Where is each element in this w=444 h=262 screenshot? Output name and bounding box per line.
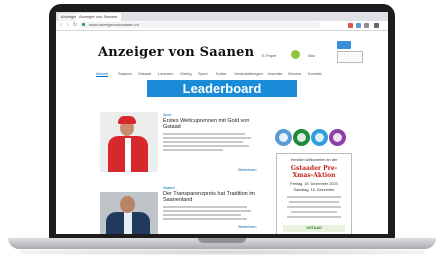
person-shirt xyxy=(124,212,132,234)
social-icon-3[interactable] xyxy=(311,129,328,146)
ad-date: Freitag, 15. Dezember 2023 xyxy=(290,182,338,186)
browser-tab[interactable]: Anzeiger xyxy=(58,13,77,21)
social-icon-glyph xyxy=(279,133,288,142)
site-logo[interactable]: Anzeiger von Saanen xyxy=(98,45,254,60)
athlete-cap xyxy=(118,116,136,124)
article-text-line xyxy=(163,218,247,220)
article-image[interactable] xyxy=(100,112,158,172)
article-kicker: Sport xyxy=(163,113,172,117)
nav-item[interactable]: Lauenen xyxy=(158,71,174,76)
nav-item[interactable]: Veranstaltungen xyxy=(234,71,263,76)
ad-text-line xyxy=(287,196,341,198)
laptop-notch xyxy=(198,238,246,243)
nav-item[interactable]: Aktuell xyxy=(96,71,109,77)
address-bar-url: www.anzeigervonsaanen.ch xyxy=(89,22,139,27)
social-icon-1[interactable] xyxy=(275,129,292,146)
ad-text-line xyxy=(291,211,337,213)
login-box[interactable] xyxy=(337,51,363,63)
nav-item[interactable]: Kontakt xyxy=(308,71,322,76)
article-kicker: Saanen xyxy=(163,186,176,190)
article-text-line xyxy=(163,149,223,151)
jacket-stripe xyxy=(125,138,131,172)
browser-tab-label: Anzeiger xyxy=(61,14,77,19)
nav-item[interactable]: Gsteig xyxy=(180,71,192,76)
ad-text-line xyxy=(287,206,341,208)
back-icon[interactable]: ‹ xyxy=(58,22,64,28)
article-text-line xyxy=(163,214,241,216)
ad-text-line xyxy=(289,201,339,203)
reload-icon[interactable]: ↻ xyxy=(72,22,78,28)
address-bar[interactable]: www.anzeigervonsaanen.ch xyxy=(80,22,321,28)
article-text-line xyxy=(163,133,245,135)
read-more-link[interactable]: Weiterlesen xyxy=(238,168,256,172)
browser-toolbar: ‹ › ↻ www.anzeigervonsaanen.ch xyxy=(56,21,388,31)
read-more-link[interactable]: Weiterlesen xyxy=(238,225,256,229)
nav-item[interactable]: Saanen xyxy=(118,71,132,76)
nav-item[interactable]: Sport xyxy=(198,71,208,76)
ad-text-line xyxy=(287,216,341,218)
article-text-line xyxy=(163,141,243,143)
nav-item[interactable]: Inserate xyxy=(268,71,282,76)
person-head xyxy=(120,196,135,213)
header-link-epaper[interactable]: E-Paper xyxy=(262,53,277,58)
site-header: Anzeiger von Saanen E-Paper Abo Aktuell … xyxy=(56,31,388,79)
article-headline[interactable]: Erstes Weltcuprennen mit Gold von Gstaad xyxy=(163,118,255,130)
article-text-line xyxy=(163,145,249,147)
nav-item[interactable]: Service xyxy=(288,71,301,76)
extension-icon[interactable] xyxy=(356,23,361,28)
extension-icon[interactable] xyxy=(364,23,369,28)
nav-item[interactable]: Gstaad xyxy=(138,71,151,76)
social-icon-glyph xyxy=(297,133,306,142)
search-button[interactable] xyxy=(337,41,351,49)
article-text-line xyxy=(163,137,251,139)
laptop-shadow xyxy=(20,249,424,255)
main-nav: Aktuell Saanen Gstaad Lauenen Gsteig Spo… xyxy=(96,71,356,77)
article-text-line xyxy=(163,210,251,212)
ad-intro: Herzlich willkommen an der xyxy=(290,158,338,162)
ad-time: Samstag, 16. Dezember xyxy=(293,188,335,192)
article-headline[interactable]: Der Transparenzpreis hat Tradition im Sa… xyxy=(163,191,255,203)
extension-icon[interactable] xyxy=(348,23,353,28)
article-image[interactable] xyxy=(100,192,158,234)
social-icon-glyph xyxy=(315,133,324,142)
nav-item[interactable]: Kultur xyxy=(216,71,226,76)
social-icon-glyph xyxy=(333,133,342,142)
sidebar-ad[interactable]: Herzlich willkommen an der Gstaader Pre-… xyxy=(276,153,352,234)
ad-footer-label: GSTAAD xyxy=(306,226,322,230)
header-link-abo[interactable]: Abo xyxy=(308,53,315,58)
article-text-line xyxy=(163,206,247,208)
menu-icon[interactable] xyxy=(374,23,379,28)
social-icon-4[interactable] xyxy=(329,129,346,146)
ad-footer: GSTAAD xyxy=(283,225,345,232)
browser-tab-label: Anzeiger von Saanen xyxy=(79,14,118,19)
social-icon-2[interactable] xyxy=(293,129,310,146)
ad-title: Gstaader Pre-Xmas-Aktion xyxy=(290,165,338,179)
status-dot-icon xyxy=(291,50,300,59)
lock-icon xyxy=(82,23,85,26)
browser-tab-active[interactable]: Anzeiger von Saanen xyxy=(76,13,121,21)
laptop-screen: Anzeiger Anzeiger von Saanen ‹ › ↻ www.a… xyxy=(56,12,388,234)
forward-icon[interactable]: › xyxy=(65,22,71,28)
browser-tab-bar: Anzeiger Anzeiger von Saanen xyxy=(56,12,388,21)
leaderboard-ad[interactable]: Leaderboard xyxy=(147,80,297,97)
